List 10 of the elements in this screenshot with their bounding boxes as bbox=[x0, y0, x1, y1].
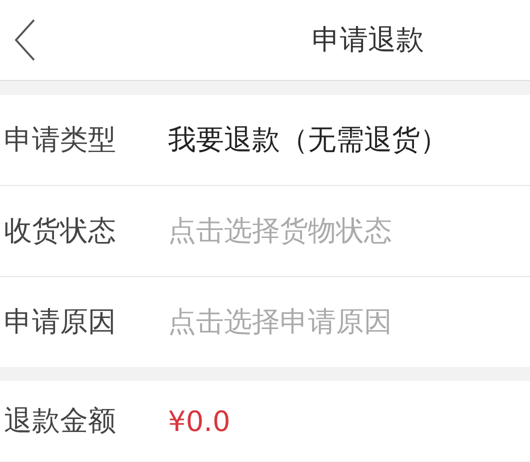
field-value: ¥0.0 bbox=[168, 404, 230, 438]
back-icon[interactable] bbox=[14, 19, 36, 61]
field-label: 收货状态 bbox=[4, 213, 117, 249]
select-field[interactable]: 点击选择申请原因 bbox=[168, 303, 392, 341]
field-value[interactable]: 我要退款（无需退货） bbox=[168, 121, 448, 159]
page-title: 申请退款 bbox=[312, 22, 424, 58]
field-label: 申请原因 bbox=[4, 304, 117, 340]
select-field[interactable]: 点击选择货物状态 bbox=[168, 212, 392, 250]
field-label: 退款金额 bbox=[4, 403, 117, 439]
field-label: 申请类型 bbox=[4, 122, 117, 158]
